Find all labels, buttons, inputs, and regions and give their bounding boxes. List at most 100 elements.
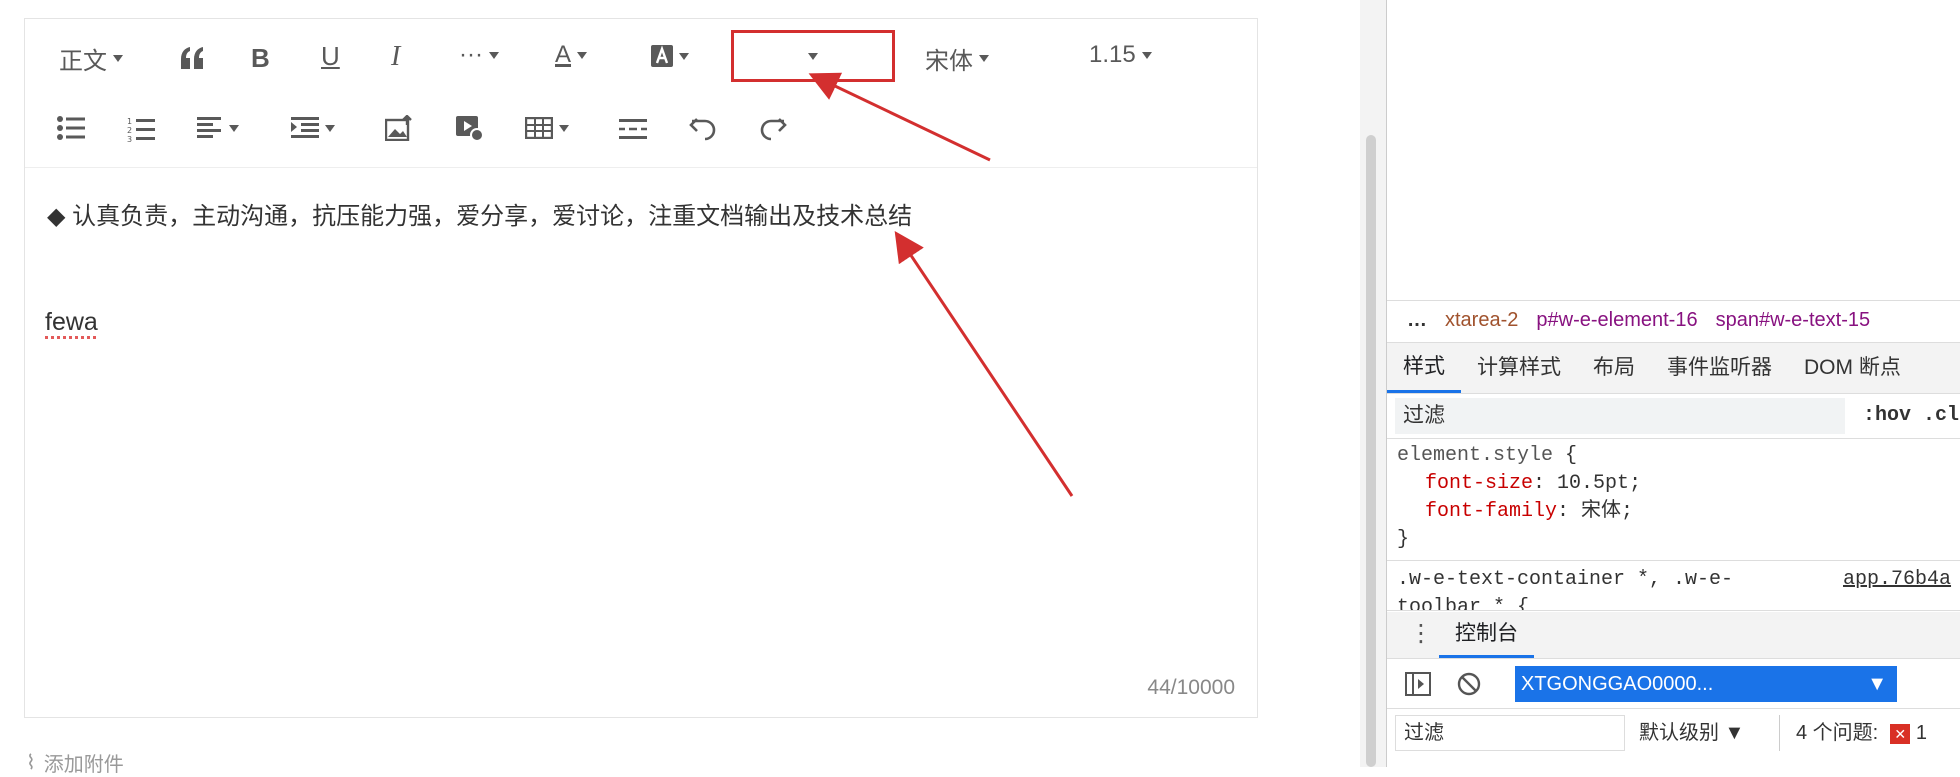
align-button[interactable] xyxy=(197,117,239,139)
line-height-label: 1.15 xyxy=(1089,41,1136,68)
divider-icon xyxy=(619,119,647,139)
tab-console[interactable]: 控制台 xyxy=(1439,612,1534,658)
drawer-tabs: ⋮ 控制台 xyxy=(1387,612,1960,659)
bold-button[interactable]: B xyxy=(251,43,270,74)
undo-button[interactable] xyxy=(689,115,717,141)
styles-filter-input[interactable]: 过滤 xyxy=(1395,398,1845,434)
numbered-list-button[interactable]: 123 xyxy=(127,116,155,142)
element-style-rule: element.style { font-size: 10.5pt; font-… xyxy=(1387,440,1960,561)
devtools-panel: … xtarea-2 p#w-e-element-16 span#w-e-tex… xyxy=(1386,0,1960,767)
bold-icon: B xyxy=(251,43,270,73)
tab-dom-breakpoints[interactable]: DOM 断点 xyxy=(1788,343,1917,393)
insert-table-button[interactable] xyxy=(525,117,569,139)
console-toolbar: XTGONGGAO0000... ▼ xyxy=(1387,660,1960,709)
breadcrumb-item[interactable]: span#w-e-text-15 xyxy=(1716,309,1871,332)
character-counter: 44/10000 xyxy=(1147,676,1235,699)
chevron-down-icon xyxy=(488,51,499,59)
tab-computed[interactable]: 计算样式 xyxy=(1461,343,1577,393)
tab-styles[interactable]: 样式 xyxy=(1387,343,1461,393)
indent-button[interactable] xyxy=(291,117,335,139)
add-attachment-link[interactable]: ⌇ 添加附件 xyxy=(26,748,124,777)
clear-console-icon[interactable] xyxy=(1457,672,1481,696)
heading-label: 正文 xyxy=(59,48,107,75)
brace: } xyxy=(1397,528,1410,551)
stylesheet-link[interactable]: app.76b4a xyxy=(1843,566,1951,594)
breadcrumb-item[interactable]: p#w-e-element-16 xyxy=(1536,309,1697,332)
editor-content-area[interactable]: ◆ 认真负责，主动沟通，抗压能力强，爱分享，爱讨论，注重文档输出及技术总结 fe… xyxy=(25,168,1257,718)
image-icon xyxy=(385,115,412,141)
content-paragraph[interactable]: fewa xyxy=(45,308,98,337)
tab-event-listeners[interactable]: 事件监听器 xyxy=(1651,343,1788,393)
font-family-label: 宋体 xyxy=(925,48,973,75)
font-family-select[interactable]: 宋体 xyxy=(925,41,989,76)
background-color-button[interactable] xyxy=(651,45,689,67)
svg-text:1: 1 xyxy=(127,117,132,126)
chevron-down-icon xyxy=(1141,51,1152,59)
video-icon xyxy=(456,116,483,141)
css-property: font-family xyxy=(1425,500,1558,523)
content-paragraph[interactable]: ◆ 认真负责，主动沟通，抗压能力强，爱分享，爱讨论，注重文档输出及技术总结 xyxy=(47,196,912,231)
css-rule: .w-e-text-container *, .w-e- toolbar * {… xyxy=(1387,562,1960,611)
rich-text-editor: 正文 B U I ··· A 宋体 1.15 1 2 3 ◆ 认真负责，主动沟通… xyxy=(24,18,1258,718)
bulleted-list-button[interactable] xyxy=(57,116,85,140)
italic-button[interactable]: I xyxy=(391,41,400,73)
error-badge-icon: ✕ xyxy=(1890,724,1911,744)
chevron-down-icon xyxy=(113,55,123,62)
more-styles-button[interactable]: ··· xyxy=(459,41,499,69)
redo-icon xyxy=(760,118,787,141)
css-value[interactable]: 10.5pt xyxy=(1557,472,1629,495)
css-declaration[interactable]: font-size: 10.5pt; xyxy=(1425,470,1641,498)
breadcrumb-item[interactable]: xtarea-2 xyxy=(1445,309,1518,332)
indent-icon xyxy=(291,117,319,138)
sidebar-toggle-icon[interactable] xyxy=(1405,672,1431,696)
chevron-down-icon xyxy=(325,124,335,132)
rule-selector: .w-e-text-container *, .w-e- toolbar * { xyxy=(1397,568,1734,611)
chevron-down-icon: ▼ xyxy=(1867,673,1887,695)
devtools-subtabs: 样式 计算样式 布局 事件监听器 DOM 断点 xyxy=(1387,342,1960,394)
hov-cls-toggle[interactable]: :hov .cls xyxy=(1863,394,1960,438)
underline-icon: U xyxy=(321,41,340,71)
dom-breadcrumb: … xtarea-2 p#w-e-element-16 span#w-e-tex… xyxy=(1387,300,1960,340)
brace: { xyxy=(1565,444,1578,467)
issue-count: 1 xyxy=(1915,722,1927,744)
chevron-down-icon xyxy=(559,124,569,132)
paperclip-icon: ⌇ xyxy=(26,752,36,774)
numbered-list-icon: 123 xyxy=(127,117,155,142)
console-filter-bar: 过滤 默认级别 ▼ 4 个问题: ✕ 1 xyxy=(1387,710,1960,756)
insert-video-button[interactable] xyxy=(455,115,483,141)
chevron-down-icon xyxy=(577,51,588,59)
align-left-icon xyxy=(197,117,221,138)
quote-button[interactable] xyxy=(179,47,205,69)
line-height-select[interactable]: 1.15 xyxy=(1089,41,1152,69)
bulleted-list-icon xyxy=(57,116,85,140)
issues-button[interactable]: 4 个问题: ✕ 1 xyxy=(1779,715,1927,751)
insert-image-button[interactable] xyxy=(385,115,413,141)
css-declaration[interactable]: font-family: 宋体; xyxy=(1425,498,1633,526)
redo-button[interactable] xyxy=(759,115,787,141)
context-select[interactable]: XTGONGGAO0000... ▼ xyxy=(1515,666,1897,702)
rule-selector: element.style xyxy=(1397,444,1554,467)
italic-icon: I xyxy=(391,41,401,72)
quote-icon xyxy=(181,47,203,69)
tab-layout[interactable]: 布局 xyxy=(1577,343,1651,393)
chevron-down-icon xyxy=(679,52,689,60)
underline-button[interactable]: U xyxy=(321,41,340,72)
divider-button[interactable] xyxy=(619,119,647,139)
font-size-select[interactable] xyxy=(731,30,895,82)
svg-text:3: 3 xyxy=(127,135,132,142)
issues-label: 4 个问题: xyxy=(1796,722,1879,744)
breadcrumb-more[interactable]: … xyxy=(1407,309,1427,332)
console-filter-input[interactable]: 过滤 xyxy=(1395,715,1625,751)
css-value[interactable]: 宋体 xyxy=(1581,500,1621,523)
page-scrollbar-thumb[interactable] xyxy=(1366,135,1376,767)
table-icon xyxy=(525,117,553,139)
editor-toolbar: 正文 B U I ··· A 宋体 1.15 1 2 3 xyxy=(25,19,1257,168)
css-property: font-size xyxy=(1425,472,1534,495)
log-level-select[interactable]: 默认级别 ▼ xyxy=(1639,710,1744,756)
svg-text:2: 2 xyxy=(127,126,132,135)
more-vertical-icon[interactable]: ⋮ xyxy=(1409,622,1433,646)
context-label: XTGONGGAO0000... xyxy=(1521,673,1714,695)
heading-select[interactable]: 正文 xyxy=(59,41,123,76)
font-color-button[interactable]: A xyxy=(555,41,588,69)
styles-filter-row: 过滤 :hov .cls xyxy=(1387,394,1960,439)
